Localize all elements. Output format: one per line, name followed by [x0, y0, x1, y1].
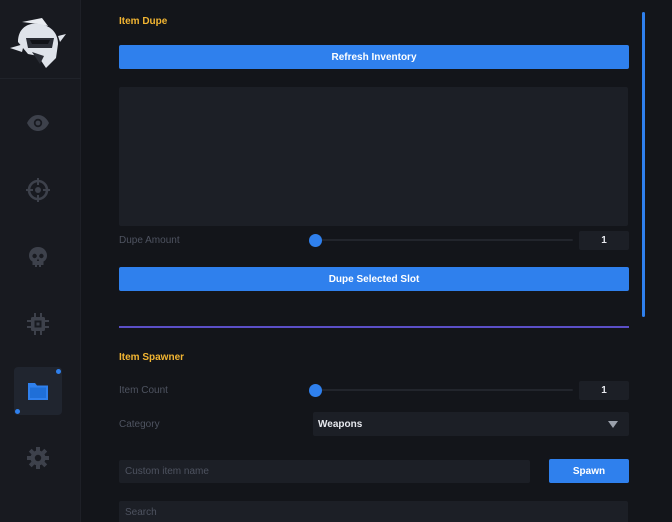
sidebar-item-players[interactable]	[14, 233, 62, 281]
item-count-slider-track[interactable]	[315, 389, 573, 391]
item-count-slider-thumb[interactable]	[309, 384, 322, 397]
sidebar-item-items[interactable]	[14, 367, 62, 415]
category-label: Category	[119, 419, 160, 430]
main-panel: Item Dupe Refresh Inventory Dupe Amount …	[82, 0, 672, 522]
dupe-selected-slot-button[interactable]: Dupe Selected Slot	[119, 267, 629, 291]
section-divider	[119, 326, 629, 328]
sidebar-item-visuals[interactable]	[14, 99, 62, 147]
sidebar-item-aim[interactable]	[14, 166, 62, 214]
knight-helmet-logo	[8, 12, 68, 70]
active-indicator-dot	[15, 409, 20, 414]
spawn-button[interactable]: Spawn	[549, 459, 629, 483]
item-spawner-title: Item Spawner	[119, 352, 185, 363]
scrollbar[interactable]	[642, 12, 645, 317]
dupe-amount-label: Dupe Amount	[119, 235, 180, 246]
chip-icon	[27, 313, 49, 335]
folder-icon	[28, 383, 48, 400]
search-input[interactable]	[119, 501, 628, 522]
crosshair-icon	[26, 178, 50, 202]
chevron-down-icon	[608, 421, 618, 428]
skull-icon	[29, 247, 47, 267]
dupe-amount-slider-thumb[interactable]	[309, 234, 322, 247]
sidebar-item-misc[interactable]	[14, 300, 62, 348]
item-count-value[interactable]: 1	[579, 381, 629, 400]
item-dupe-title: Item Dupe	[119, 16, 168, 27]
sidebar-divider	[0, 78, 81, 79]
dupe-amount-slider-track[interactable]	[315, 239, 573, 241]
sidebar	[0, 0, 81, 522]
category-selected-value: Weapons	[318, 418, 363, 430]
refresh-inventory-button[interactable]: Refresh Inventory	[119, 45, 629, 69]
dupe-amount-value[interactable]: 1	[579, 231, 629, 250]
eye-icon	[27, 115, 49, 131]
active-indicator-dot	[56, 369, 61, 374]
category-select[interactable]: Weapons	[313, 412, 629, 436]
sidebar-item-settings[interactable]	[14, 434, 62, 482]
custom-item-name-input[interactable]	[119, 460, 530, 483]
gear-icon	[27, 447, 49, 469]
inventory-list[interactable]	[119, 87, 628, 226]
item-count-label: Item Count	[119, 385, 168, 396]
